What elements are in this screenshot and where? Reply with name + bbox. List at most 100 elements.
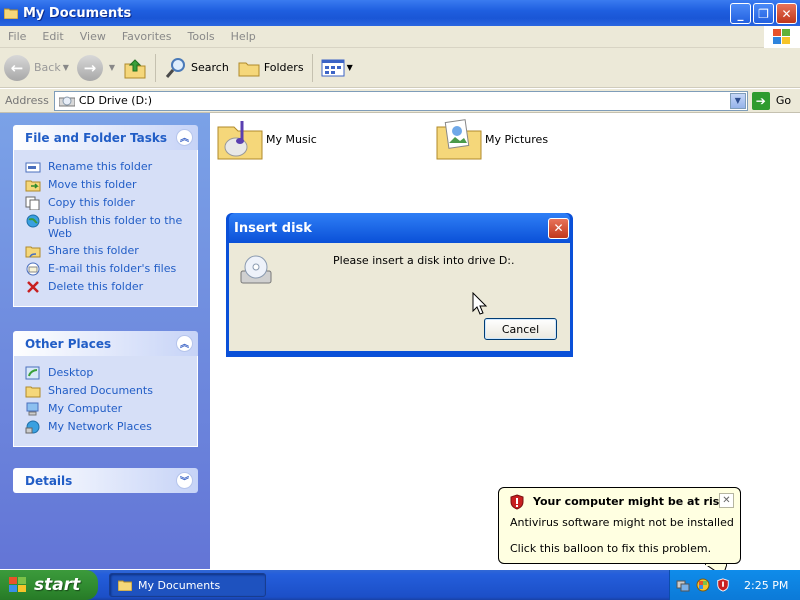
- pictures-folder-icon: [436, 119, 482, 160]
- address-bar: Address CD Drive (D:) ▼ ➔ Go: [0, 89, 800, 113]
- task-copy-folder[interactable]: Copy this folder: [25, 196, 189, 210]
- forward-dropdown-icon[interactable]: ▼: [109, 63, 115, 72]
- file-folder-tasks-panel: File and Folder Tasks ︽ Rename this fold…: [13, 125, 198, 307]
- forward-button[interactable]: → ▼: [73, 51, 119, 85]
- task-email-files[interactable]: E-mail this folder's files: [25, 262, 189, 276]
- balloon-line-1: Antivirus software might not be installe…: [510, 516, 734, 529]
- back-dropdown-icon[interactable]: ▼: [63, 63, 69, 72]
- network-tray-icon[interactable]: [676, 578, 690, 592]
- task-publish-folder[interactable]: Publish this folder to the Web: [25, 214, 189, 240]
- up-folder-icon: [124, 58, 146, 78]
- task-pane: File and Folder Tasks ︽ Rename this fold…: [0, 113, 210, 569]
- folder-label: My Pictures: [485, 132, 549, 146]
- balloon-title: Your computer might be at risk: [533, 495, 727, 508]
- share-folder-icon: [25, 246, 41, 258]
- go-button[interactable]: ➔ Go: [751, 91, 791, 110]
- start-button[interactable]: start: [0, 570, 98, 600]
- windows-flag-icon: [9, 577, 26, 592]
- views-dropdown-icon[interactable]: ▼: [347, 63, 353, 72]
- system-tray: 2:25 PM: [669, 570, 800, 600]
- dialog-message: Please insert a disk into drive D:.: [333, 254, 515, 267]
- insert-disk-dialog: Insert disk ✕ Please insert a disk into …: [226, 213, 573, 357]
- taskbar-app-my-documents[interactable]: My Documents: [109, 573, 266, 597]
- address-label: Address: [5, 94, 49, 107]
- search-label: Search: [191, 61, 229, 74]
- balloon-line-2: Click this balloon to fix this problem.: [510, 542, 712, 555]
- music-folder-icon: [217, 121, 263, 160]
- dialog-close-button[interactable]: ✕: [548, 217, 569, 239]
- email-icon: [26, 262, 40, 276]
- address-input[interactable]: CD Drive (D:) ▼: [53, 90, 748, 111]
- place-desktop[interactable]: Desktop: [25, 366, 189, 380]
- cancel-button[interactable]: Cancel: [484, 318, 557, 340]
- file-folder-tasks-title: File and Folder Tasks: [25, 130, 168, 145]
- folder-icon: [4, 8, 18, 19]
- folders-button[interactable]: Folders: [233, 51, 308, 85]
- address-dropdown-icon[interactable]: ▼: [729, 92, 746, 109]
- security-alert-balloon[interactable]: Your computer might be at risk ✕ Antivir…: [498, 487, 741, 576]
- task-share-folder[interactable]: Share this folder: [25, 244, 189, 258]
- folders-label: Folders: [263, 61, 304, 74]
- task-rename-folder[interactable]: Rename this folder: [25, 160, 189, 174]
- up-folder-button[interactable]: [119, 51, 151, 85]
- security-shield-tray-icon[interactable]: [716, 578, 730, 592]
- computer-icon: [26, 402, 39, 416]
- go-arrow-icon: ➔: [751, 91, 770, 110]
- other-places-header[interactable]: Other Places ︽: [13, 331, 198, 356]
- search-icon: [165, 57, 186, 78]
- task-delete-folder[interactable]: Delete this folder: [25, 280, 189, 294]
- maximize-button[interactable]: ❐: [753, 3, 774, 24]
- cd-drive-icon: [240, 255, 272, 284]
- globe-icon: [26, 214, 40, 228]
- minimize-button[interactable]: _: [730, 3, 751, 24]
- start-label: start: [34, 575, 81, 595]
- file-folder-tasks-header[interactable]: File and Folder Tasks ︽: [13, 125, 198, 150]
- dialog-title: Insert disk: [234, 220, 312, 236]
- back-arrow-icon: ←: [4, 54, 30, 81]
- search-button[interactable]: Search: [160, 51, 233, 85]
- mouse-cursor-icon: [472, 292, 488, 315]
- menu-help[interactable]: Help: [223, 30, 264, 43]
- place-shared-documents[interactable]: Shared Documents: [25, 384, 189, 398]
- close-button[interactable]: ✕: [776, 3, 797, 24]
- collapse-chevron-icon[interactable]: ︽: [176, 335, 193, 352]
- rename-icon: [25, 162, 41, 173]
- forward-arrow-icon: →: [76, 54, 103, 81]
- toolbar-separator: [155, 53, 157, 82]
- clock[interactable]: 2:25 PM: [744, 579, 788, 592]
- cd-drive-icon: [58, 96, 75, 106]
- security-center-tray-icon[interactable]: [696, 578, 710, 592]
- security-shield-icon: [510, 494, 524, 510]
- folder-my-music[interactable]: My Music: [216, 117, 317, 161]
- toolbar: ← Back ▼ → ▼ Search Folders ▼: [0, 48, 800, 88]
- shared-folder-icon: [25, 386, 41, 398]
- toolbar-separator: [311, 53, 313, 82]
- window-title-bar[interactable]: My Documents _ ❐ ✕: [0, 0, 800, 26]
- other-places-title: Other Places: [25, 336, 112, 351]
- folder-my-pictures[interactable]: My Pictures: [435, 117, 548, 161]
- collapse-chevron-icon[interactable]: ︽: [176, 129, 193, 146]
- network-globe-icon: [25, 420, 40, 434]
- dialog-title-bar[interactable]: Insert disk ✕: [229, 213, 570, 243]
- balloon-close-button[interactable]: ✕: [719, 493, 734, 508]
- folder-label: My Music: [266, 132, 317, 146]
- details-header[interactable]: Details ︾: [13, 468, 198, 493]
- views-button[interactable]: ▼: [317, 51, 357, 85]
- menu-file[interactable]: File: [0, 30, 34, 43]
- menu-view[interactable]: View: [72, 30, 114, 43]
- windows-logo-icon: [764, 26, 800, 48]
- folders-icon: [238, 62, 260, 76]
- copy-folder-icon: [25, 196, 40, 210]
- details-title: Details: [25, 473, 73, 488]
- menu-edit[interactable]: Edit: [34, 30, 71, 43]
- place-my-computer[interactable]: My Computer: [25, 402, 189, 416]
- details-panel: Details ︾: [13, 468, 198, 493]
- task-move-folder[interactable]: Move this folder: [25, 178, 189, 192]
- menu-favorites[interactable]: Favorites: [114, 30, 180, 43]
- desktop-icon: [25, 366, 40, 380]
- menu-tools[interactable]: Tools: [180, 30, 223, 43]
- back-button[interactable]: ← Back ▼: [0, 51, 73, 85]
- place-my-network-places[interactable]: My Network Places: [25, 420, 189, 434]
- expand-chevron-icon[interactable]: ︾: [176, 472, 193, 489]
- delete-x-icon: [27, 281, 39, 293]
